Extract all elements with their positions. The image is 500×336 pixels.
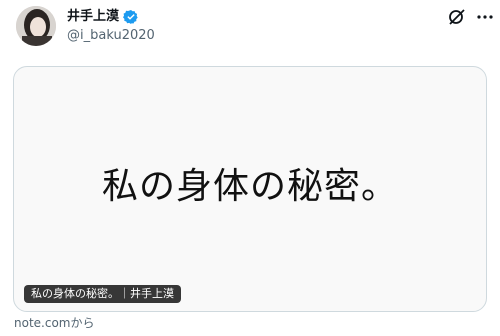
more-options-icon[interactable]	[473, 5, 497, 29]
avatar-photo	[16, 6, 56, 46]
author-handle[interactable]: @i_baku2020	[67, 27, 155, 45]
link-card[interactable]: 私の身体の秘密。 私の身体の秘密。｜井手上漠	[13, 66, 487, 312]
avatar[interactable]	[16, 6, 56, 46]
grok-icon[interactable]	[445, 5, 469, 29]
card-headline: 私の身体の秘密。	[101, 166, 398, 207]
verified-badge-icon	[123, 10, 138, 24]
card-source[interactable]: note.comから	[14, 315, 94, 331]
author-name-row[interactable]: 井手上漠	[67, 8, 139, 26]
author-name[interactable]: 井手上漠	[67, 8, 119, 26]
card-caption: 私の身体の秘密。｜井手上漠	[24, 285, 181, 303]
